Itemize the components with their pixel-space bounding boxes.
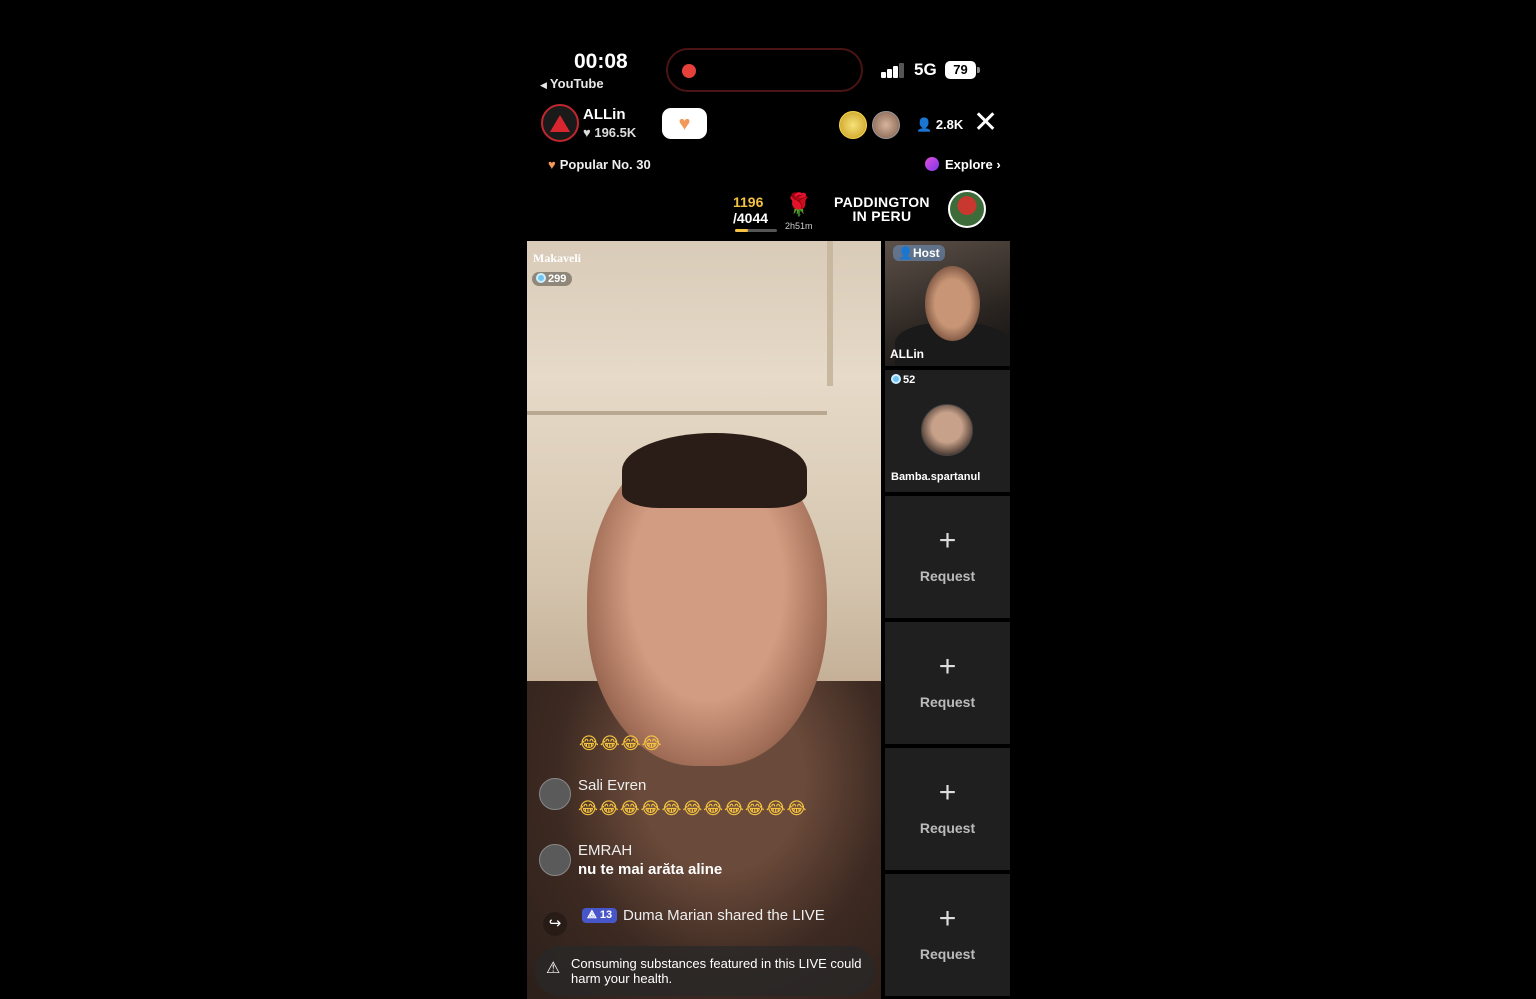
signal-icon	[881, 62, 907, 78]
main-video-stream[interactable]: Makaveli 299 😂😂😂😂 Sali Evren 😂😂😂😂😂😂😂😂😂😂😂…	[527, 241, 881, 999]
promo-banner[interactable]: PADDINGTON IN PERU	[834, 195, 930, 223]
request-label: Request	[919, 946, 976, 962]
chat-username[interactable]: EMRAH	[578, 842, 632, 859]
request-label: Request	[919, 568, 976, 584]
chat-message: 😂😂😂😂😂😂😂😂😂😂😂	[578, 799, 808, 818]
chevron-right-icon: ›	[996, 157, 1001, 172]
explore-button[interactable]: Explore ›	[925, 157, 1001, 172]
popular-rank-label: Popular No. 30	[559, 157, 651, 172]
back-app-label: YouTube	[549, 76, 604, 91]
goal-progress-fill	[735, 229, 748, 232]
plus-icon: +	[938, 776, 957, 809]
phone-screen: 00:08 ◀ YouTube 5G 79 ALLin ♥ 196.5K ♥ 👤 …	[527, 40, 1010, 999]
level-icon: ⟁	[587, 909, 600, 921]
request-slot[interactable]: + Request	[885, 748, 1010, 870]
rose-timer: 2h51m	[785, 221, 813, 231]
dynamic-island	[666, 48, 863, 92]
score-dot-icon	[891, 374, 901, 384]
promo-image[interactable]	[948, 190, 986, 228]
score-dot-icon	[536, 273, 546, 283]
chat-message: nu te mai arăta aline	[578, 861, 723, 878]
popular-rank[interactable]: ♥ Popular No. 30	[548, 157, 651, 172]
battery-indicator: 79	[945, 61, 980, 79]
recording-dot-icon	[682, 64, 696, 78]
guest-score: 52	[891, 374, 915, 386]
host-badge: 👤Host	[893, 245, 945, 261]
viewer-count[interactable]: 👤 2.8K	[916, 117, 963, 133]
heart-rank-icon: ♥	[548, 157, 556, 172]
chat-avatar[interactable]	[539, 844, 571, 876]
streamer-hair	[622, 433, 807, 508]
guest-tile[interactable]: 52 Bamba.spartanul	[885, 370, 1010, 492]
stream-owner-name: Makaveli	[533, 251, 581, 265]
host-tile-name: ALLin	[890, 347, 924, 361]
explore-label: Explore	[945, 157, 993, 172]
top-gifter-avatar-1[interactable]	[839, 111, 867, 139]
request-label: Request	[919, 694, 976, 710]
health-warning-text: Consuming substances featured in this LI…	[571, 956, 862, 986]
heart-icon: ♥	[678, 112, 691, 135]
host-avatar[interactable]	[541, 104, 579, 142]
chat-username[interactable]: Sali Evren	[578, 777, 646, 794]
video-background-detail	[827, 241, 833, 386]
warning-triangle-icon: ⚠	[546, 960, 561, 977]
chat-avatar[interactable]	[539, 778, 571, 810]
user-level-badge: ⟁ 13	[582, 908, 618, 923]
plus-icon: +	[938, 650, 957, 683]
guest-score-value: 52	[903, 374, 916, 386]
person-icon: 👤	[916, 117, 936, 132]
back-triangle-icon: ◀	[540, 80, 547, 90]
promo-title-line2: IN PERU	[852, 208, 912, 224]
request-slot[interactable]: + Request	[885, 496, 1010, 618]
goal-progress-bar	[735, 229, 777, 232]
share-notice: Duma Marian shared the LIVE	[623, 907, 825, 924]
stream-score: 299	[548, 273, 567, 285]
guest-avatar	[921, 404, 973, 456]
explore-orb-icon	[925, 157, 939, 171]
plus-icon: +	[938, 524, 957, 557]
viewer-count-value: 2.8K	[935, 117, 964, 132]
network-type: 5G	[914, 60, 937, 79]
guest-name: Bamba.spartanul	[891, 471, 981, 483]
host-name[interactable]: ALLin	[583, 106, 626, 123]
host-likes: ♥ 196.5K	[583, 125, 636, 140]
stream-score-pill: 299	[532, 272, 573, 286]
plus-icon: +	[938, 902, 957, 935]
video-background-detail	[527, 411, 827, 415]
close-icon[interactable]: ✕	[973, 108, 998, 138]
host-face	[925, 266, 980, 341]
rose-icon[interactable]: 🌹	[785, 192, 812, 218]
share-arrow-icon: ↪	[543, 912, 567, 936]
promo-title-line1: PADDINGTON	[834, 194, 930, 210]
person-icon: 👤	[898, 246, 913, 260]
goal-target: /4044	[733, 210, 769, 226]
health-warning-banner[interactable]: ⚠ Consuming substances featured in this …	[535, 946, 875, 996]
host-tile[interactable]: 👤Host ALLin	[885, 241, 1010, 366]
request-label: Request	[919, 820, 976, 836]
back-to-app-link[interactable]: ◀ YouTube	[540, 76, 604, 91]
request-slot[interactable]: + Request	[885, 622, 1010, 744]
goal-current: 1196	[733, 194, 764, 210]
clock: 00:08	[574, 50, 628, 73]
host-badge-label: Host	[912, 246, 940, 260]
host-likes-count: 196.5K	[594, 125, 637, 140]
heart-small-icon: ♥	[583, 125, 595, 140]
gift-goal[interactable]: 1196 /4044	[733, 194, 768, 226]
follow-button[interactable]: ♥	[662, 108, 707, 139]
floating-emojis: 😂😂😂😂	[579, 734, 663, 753]
top-gifter-avatar-2[interactable]	[872, 111, 900, 139]
user-level: 13	[599, 909, 613, 921]
host-logo-icon	[550, 114, 570, 132]
request-slot[interactable]: + Request	[885, 874, 1010, 996]
